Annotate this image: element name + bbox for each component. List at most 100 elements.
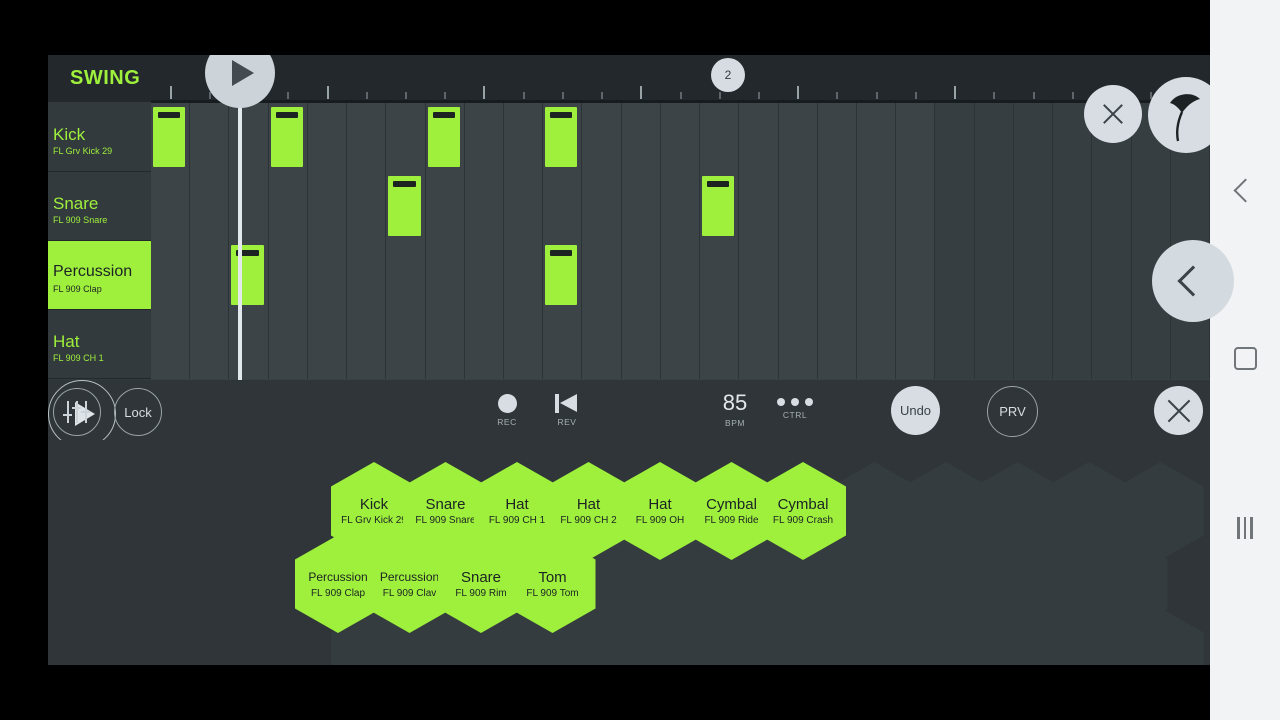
grid-cell[interactable]	[1092, 172, 1132, 241]
grid-cell[interactable]	[543, 310, 583, 379]
ctrl-button[interactable]: CTRL	[762, 398, 828, 420]
grid-row[interactable]	[151, 310, 1210, 379]
grid-cell[interactable]	[347, 241, 387, 310]
grid-cell[interactable]	[1053, 172, 1093, 241]
grid-cell[interactable]	[857, 310, 897, 379]
grid-cell[interactable]	[896, 103, 936, 172]
grid-cell[interactable]	[857, 103, 897, 172]
rewind-button[interactable]: REV	[543, 394, 591, 427]
grid-cell[interactable]	[974, 103, 1014, 172]
grid-cell[interactable]	[700, 103, 740, 172]
grid-cell[interactable]	[229, 103, 269, 172]
grid-cell[interactable]	[582, 172, 622, 241]
grid-cell[interactable]	[190, 310, 230, 379]
grid-row[interactable]	[151, 103, 1210, 172]
timeline-ruler[interactable]	[151, 55, 1210, 102]
grid-cell[interactable]	[1092, 241, 1132, 310]
grid-cell[interactable]	[974, 310, 1014, 379]
grid-cell[interactable]	[151, 241, 191, 310]
grid-cell[interactable]	[582, 310, 622, 379]
note-block[interactable]	[270, 107, 303, 167]
bar-marker-2[interactable]: 2	[711, 58, 745, 92]
grid-cell[interactable]	[660, 103, 701, 172]
track-label-percussion[interactable]: Percussion FL 909 Clap	[48, 241, 151, 310]
grid-cell[interactable]	[621, 241, 661, 310]
grid-cell[interactable]	[896, 310, 936, 379]
close-button-transport[interactable]	[1154, 386, 1203, 435]
grid-cell[interactable]	[857, 241, 897, 310]
grid-cell[interactable]	[739, 103, 779, 172]
grid-cell[interactable]	[817, 241, 857, 310]
grid-cell[interactable]	[151, 172, 191, 241]
undo-button[interactable]: Undo	[891, 386, 940, 435]
grid-cell[interactable]	[974, 172, 1014, 241]
lock-button[interactable]: Lock	[114, 388, 162, 436]
grid-cell[interactable]	[778, 241, 818, 310]
note-block[interactable]	[545, 245, 578, 305]
grid-cell[interactable]	[935, 103, 975, 172]
note-velocity-bar[interactable]	[158, 112, 181, 118]
grid-cell[interactable]	[190, 172, 230, 241]
grid-cell[interactable]	[896, 172, 936, 241]
floating-back-button[interactable]	[1152, 240, 1234, 322]
note-block[interactable]	[427, 107, 460, 167]
grid-cell[interactable]	[307, 103, 348, 172]
grid-cell[interactable]	[660, 241, 701, 310]
note-velocity-bar[interactable]	[393, 181, 416, 187]
grid-cell[interactable]	[974, 241, 1014, 310]
track-label-hat[interactable]: Hat FL 909 CH 1	[48, 310, 151, 379]
grid-cell[interactable]	[190, 103, 230, 172]
grid-cell[interactable]	[268, 172, 308, 241]
grid-cell[interactable]	[817, 172, 857, 241]
grid-cell[interactable]	[543, 172, 583, 241]
note-block[interactable]	[545, 107, 578, 167]
grid-cell[interactable]	[504, 310, 544, 379]
grid-cell[interactable]	[582, 103, 622, 172]
grid-cell[interactable]	[778, 172, 818, 241]
grid-cell[interactable]	[700, 310, 740, 379]
grid-cell[interactable]	[229, 310, 269, 379]
note-block[interactable]	[231, 245, 264, 305]
grid-cell[interactable]	[307, 310, 348, 379]
note-velocity-bar[interactable]	[275, 112, 298, 118]
grid-cell[interactable]	[425, 172, 465, 241]
grid-cell[interactable]	[190, 241, 230, 310]
hex-pad-board[interactable]: Kick FL Grv Kick 29 Snare FL 909 Snare Hat FL…	[48, 440, 1210, 665]
grid-cell[interactable]	[582, 241, 622, 310]
track-label-kick[interactable]: Kick FL Grv Kick 29	[48, 103, 151, 172]
grid-cell[interactable]	[307, 241, 348, 310]
grid-cell[interactable]	[935, 172, 975, 241]
note-velocity-bar[interactable]	[707, 181, 730, 187]
grid-cell[interactable]	[935, 241, 975, 310]
grid-cell[interactable]	[739, 310, 779, 379]
grid-cell[interactable]	[386, 241, 426, 310]
grid-cell[interactable]	[504, 103, 544, 172]
grid-cell[interactable]	[621, 103, 661, 172]
grid-cell[interactable]	[307, 172, 348, 241]
note-block[interactable]	[388, 176, 421, 236]
close-button-top[interactable]	[1084, 85, 1142, 143]
grid-cell[interactable]	[464, 241, 504, 310]
grid-cell[interactable]	[1131, 172, 1171, 241]
grid-cell[interactable]	[1131, 310, 1171, 379]
nav-home-button[interactable]	[1210, 338, 1280, 378]
grid-cell[interactable]	[739, 241, 779, 310]
grid-cell[interactable]	[464, 103, 504, 172]
nav-back-button[interactable]	[1210, 170, 1280, 210]
grid-cell[interactable]	[229, 172, 269, 241]
grid-cell[interactable]	[386, 310, 426, 379]
grid-cell[interactable]	[504, 172, 544, 241]
grid-cell[interactable]	[504, 241, 544, 310]
grid-cell[interactable]	[660, 310, 701, 379]
grid-cell[interactable]	[268, 310, 308, 379]
grid-row[interactable]	[151, 172, 1210, 241]
grid-cell[interactable]	[1013, 241, 1054, 310]
grid-row[interactable]	[151, 241, 1210, 310]
grid-cell[interactable]	[347, 310, 387, 379]
step-sequencer-grid[interactable]	[151, 103, 1210, 380]
grid-cell[interactable]	[425, 310, 465, 379]
grid-cell[interactable]	[700, 241, 740, 310]
mixer-button[interactable]	[53, 388, 101, 436]
grid-cell[interactable]	[268, 241, 308, 310]
grid-cell[interactable]	[817, 310, 857, 379]
